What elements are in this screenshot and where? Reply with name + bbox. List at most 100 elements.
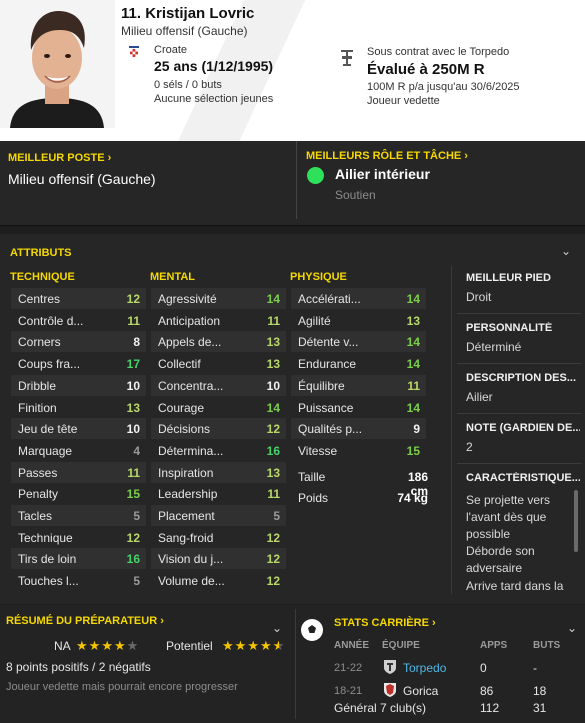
career-team[interactable]: Gorica xyxy=(403,684,438,698)
attribute-row[interactable]: Marquage 4 xyxy=(11,440,146,461)
attribute-row[interactable]: Vision du j... 12 xyxy=(151,548,286,570)
traits-title: CARACTÉRISTIQUE... xyxy=(466,472,580,484)
attribute-row[interactable]: Volume de... 12 xyxy=(151,570,286,591)
attribute-name: Agressivité xyxy=(158,292,217,306)
attribute-row[interactable]: Courage 14 xyxy=(151,397,286,418)
chevron-down-icon[interactable]: ⌄ xyxy=(272,621,282,635)
attribute-value: 12 xyxy=(266,530,280,545)
attribute-row[interactable]: Corners 8 xyxy=(11,331,146,353)
attribute-name: Détente v... xyxy=(298,335,359,350)
trait-item: Se projette vers l'avant dès que possibl… xyxy=(466,493,551,541)
attribute-value: 15 xyxy=(126,487,140,502)
attribute-row[interactable]: Décisions 12 xyxy=(151,418,286,440)
attribute-name: Inspiration xyxy=(158,465,214,480)
attribute-value: 11 xyxy=(407,378,420,393)
attribute-row[interactable]: Leadership 11 xyxy=(151,483,286,504)
attribute-name: Décisions xyxy=(158,422,211,437)
career-stats-link[interactable]: STATS CARRIÈRE › xyxy=(334,617,436,629)
attribute-row[interactable]: Technique 12 xyxy=(11,527,146,548)
attribute-row[interactable]: Tacles 5 xyxy=(11,505,146,526)
gk-rating-value: 2 xyxy=(466,440,473,454)
attribute-name: Puissance xyxy=(298,400,354,415)
attribute-row[interactable]: Placement 5 xyxy=(151,505,286,526)
career-total-label: Général 7 club(s) xyxy=(334,701,427,715)
star-icon: ★ xyxy=(101,638,114,653)
divider xyxy=(457,313,581,314)
attribute-name: Dribble xyxy=(18,378,57,393)
croatia-flag-icon xyxy=(128,46,140,60)
attribute-value: 10 xyxy=(126,422,140,437)
attribute-row[interactable]: Détermina... 16 xyxy=(151,440,286,461)
attribute-row[interactable]: Appels de... 13 xyxy=(151,331,286,353)
attribute-value: 14 xyxy=(266,292,280,306)
attribute-value: 14 xyxy=(406,292,420,306)
attribute-row[interactable]: Tirs de loin 16 xyxy=(11,548,146,570)
scout-report-link[interactable]: RÉSUMÉ DU PRÉPARATEUR › xyxy=(6,615,164,627)
attribute-row[interactable]: Sang-froid 12 xyxy=(151,527,286,548)
attribute-row[interactable]: Collectif 13 xyxy=(151,353,286,374)
attribute-row[interactable]: Détente v... 14 xyxy=(291,331,426,353)
attribute-row[interactable]: Anticipation 11 xyxy=(151,310,286,331)
divider xyxy=(451,266,452,594)
attribute-name: Penalty xyxy=(18,487,59,502)
attribute-value: 12 xyxy=(266,574,280,589)
attribute-row[interactable]: Dribble 10 xyxy=(11,374,146,396)
best-position-link[interactable]: MEILLEUR POSTE › xyxy=(8,152,111,164)
attribute-name: Volume de... xyxy=(158,574,225,589)
attribute-row[interactable]: Inspiration 13 xyxy=(151,461,286,483)
attribute-name: Contrôle d... xyxy=(18,313,84,328)
attribute-row[interactable]: Vitesse 15 xyxy=(291,440,426,461)
age: 25 ans (1/12/1995) xyxy=(154,58,274,74)
mental-title: MENTAL xyxy=(150,271,196,283)
international-caps: 0 séls / 0 buts xyxy=(154,79,222,91)
attribute-row[interactable]: Centres 12 xyxy=(11,288,146,309)
attribute-row[interactable]: Coups fra... 17 xyxy=(11,353,146,374)
chevron-down-icon[interactable]: ⌄ xyxy=(561,244,571,258)
attribute-row[interactable]: Puissance 14 xyxy=(291,397,426,418)
attribute-name: Leadership xyxy=(158,487,218,502)
trait-item: Déborde son adversaire xyxy=(466,544,535,575)
attribute-row[interactable]: Finition 13 xyxy=(11,397,146,418)
career-team-link[interactable]: Torpedo xyxy=(403,661,446,675)
attribute-row[interactable]: Accélérati... 14 xyxy=(291,288,426,309)
attribute-row[interactable]: Concentra... 10 xyxy=(151,374,286,396)
role-suitability-icon xyxy=(307,167,324,184)
attribute-row[interactable]: Agilité 13 xyxy=(291,310,426,331)
apps-header: APPS xyxy=(480,640,508,651)
player-name: 11. Kristijan Lovric xyxy=(121,5,255,22)
attribute-row[interactable]: Passes 11 xyxy=(11,461,146,483)
attribute-name: Finition xyxy=(18,400,57,415)
bottom-panels: RÉSUMÉ DU PRÉPARATEUR › ⌄ NA ★★★★★ Poten… xyxy=(0,605,585,723)
player-header: 11. Kristijan Lovric Milieu offensif (Ga… xyxy=(0,0,585,141)
chevron-down-icon[interactable]: ⌄ xyxy=(567,621,577,635)
attribute-value: 13 xyxy=(266,357,280,372)
attribute-value: 11 xyxy=(267,487,280,502)
attribute-value: 14 xyxy=(406,400,420,415)
attribute-row[interactable]: Contrôle d... 11 xyxy=(11,310,146,331)
attribute-value: 12 xyxy=(126,530,140,545)
attribute-name: Corners xyxy=(18,335,61,350)
star-icon: ★ xyxy=(234,638,248,653)
height-label: Taille xyxy=(298,470,326,484)
attribute-row[interactable]: Équilibre 11 xyxy=(291,374,426,396)
traits-scrollbar[interactable] xyxy=(574,490,578,552)
height-row: Taille 186 cm xyxy=(298,470,428,498)
attribute-row[interactable]: Jeu de tête 10 xyxy=(11,418,146,440)
attribute-row[interactable]: Endurance 14 xyxy=(291,353,426,374)
potential-stars: ★★★★★ xyxy=(222,638,285,654)
attribute-row[interactable]: Agressivité 14 xyxy=(151,288,286,309)
attribute-row[interactable]: Touches l... 5 xyxy=(11,570,146,591)
preferred-foot-title: MEILLEUR PIED xyxy=(466,272,551,284)
attribute-name: Équilibre xyxy=(298,378,345,393)
media-description-title: DESCRIPTION DES... xyxy=(466,372,577,384)
attribute-name: Tacles xyxy=(18,509,53,523)
gorica-crest-icon xyxy=(382,682,398,698)
attribute-row[interactable]: Qualités p... 9 xyxy=(291,418,426,440)
attribute-name: Sang-froid xyxy=(158,530,214,545)
attribute-name: Accélérati... xyxy=(298,292,361,306)
attribute-row[interactable]: Penalty 15 xyxy=(11,483,146,504)
divider xyxy=(296,141,297,219)
best-role-link[interactable]: MEILLEURS RÔLE ET TÂCHE › xyxy=(306,150,468,162)
best-role-duty: Soutien xyxy=(335,188,376,202)
attribute-value: 11 xyxy=(267,313,280,328)
